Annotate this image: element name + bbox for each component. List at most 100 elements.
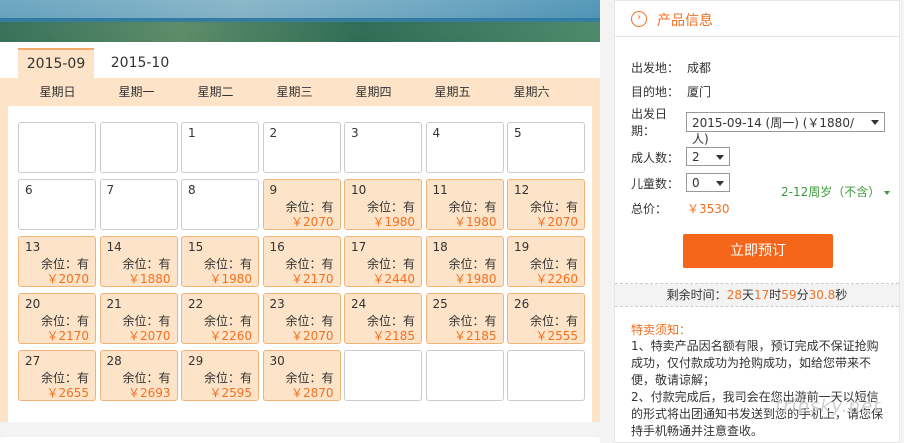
departure-date-label-line1: 出发日 — [631, 107, 668, 121]
weekday-label: 星期日 — [39, 85, 76, 99]
day-number: 16 — [269, 240, 285, 254]
day-number: 25 — [432, 297, 448, 311]
banner-sky — [0, 0, 600, 18]
price-currency: ￥ — [209, 386, 222, 400]
price-currency: ￥ — [290, 272, 303, 286]
day-number: 19 — [514, 240, 530, 254]
timer-minutes-unit: 分 — [796, 288, 809, 302]
price-currency: ￥ — [290, 386, 303, 400]
calendar-day-22[interactable]: 22 余位：有 ￥2260 — [181, 293, 259, 344]
day-price: ￥1880 — [128, 270, 171, 287]
price-currency: ￥ — [46, 272, 59, 286]
day-price: ￥2070 — [535, 213, 578, 230]
calendar-day-28[interactable]: 28 余位：有 ￥2693 — [99, 350, 178, 401]
calendar-day-12[interactable]: 12 余位：有 ￥2070 — [507, 179, 585, 230]
price-value: 2260 — [547, 272, 578, 286]
calendar-day-16[interactable]: 16 余位：有 ￥2170 — [262, 236, 341, 287]
chevron-down-icon — [716, 180, 724, 186]
day-price: ￥2260 — [535, 270, 578, 287]
total-price-value: ￥3530 — [687, 202, 730, 216]
day-number: 12 — [514, 183, 530, 197]
day-price: ￥2185 — [454, 327, 497, 344]
day-number: 27 — [25, 354, 41, 368]
calendar-day-18[interactable]: 18 余位：有 ￥1980 — [425, 236, 504, 287]
price-value: 2655 — [58, 386, 89, 400]
notice-item-2: 2、付款完成后，我司会在您出游前一天以短信的形式将出团通知书发送到您的手机上，请… — [631, 390, 884, 438]
price-currency: ￥ — [453, 329, 466, 343]
calendar-day-empty — [99, 122, 178, 173]
day-number: 6 — [25, 183, 33, 197]
calendar-day-29[interactable]: 29 余位：有 ￥2595 — [181, 350, 259, 401]
calendar-day-3: 3 — [344, 122, 422, 173]
day-price: ￥2870 — [291, 384, 334, 401]
price-currency: ￥ — [209, 329, 222, 343]
calendar-day-11[interactable]: 11 余位：有 ￥1980 — [425, 179, 504, 230]
departure-label: 出发地： — [631, 61, 680, 75]
day-price: ￥1980 — [372, 213, 415, 230]
departure-value: 成都 — [687, 61, 712, 75]
calendar-day-24[interactable]: 24 余位：有 ￥2185 — [344, 293, 422, 344]
calendar-day-17[interactable]: 17 余位：有 ￥2440 — [344, 236, 422, 287]
day-price: ￥2440 — [372, 270, 415, 287]
calendar-section: 2015-09 2015-10 星期日 星期一 星期二 星期三 星期四 星期五 … — [0, 0, 600, 443]
price-value: 1980 — [465, 215, 497, 229]
calendar-day-13[interactable]: 13 余位：有 ￥2070 — [18, 236, 96, 287]
calendar-day-19[interactable]: 19 余位：有 ￥2260 — [507, 236, 585, 287]
child-count-select[interactable]: 0 — [686, 173, 730, 192]
price-currency: ￥ — [290, 215, 303, 229]
book-now-button[interactable]: 立即预订 — [683, 234, 833, 268]
calendar-day-10[interactable]: 10 余位：有 ￥1980 — [344, 179, 422, 230]
calendar-day-20[interactable]: 20 余位：有 ￥2170 — [18, 293, 96, 344]
tab-month-2015-10[interactable]: 2015-10 — [102, 48, 178, 78]
departure-date-select[interactable]: 2015-09-14 (周一) (￥1880/人) — [686, 112, 885, 146]
chevron-down-icon — [716, 154, 724, 160]
departure-date-label-line2: 期： — [631, 124, 656, 138]
calendar-day-6: 6 — [18, 179, 96, 230]
price-value: 2070 — [547, 215, 578, 229]
day-number: 14 — [106, 240, 122, 254]
price-value: 2170 — [302, 272, 334, 286]
chevron-down-icon — [871, 120, 879, 125]
day-number: 5 — [514, 126, 522, 140]
day-number: 7 — [106, 183, 115, 197]
calendar-day-27[interactable]: 27 余位：有 ￥2655 — [18, 350, 96, 401]
price-value: 2070 — [58, 272, 89, 286]
price-currency: ￥ — [535, 329, 548, 343]
timer-minutes: 59 — [781, 288, 797, 302]
day-price: ￥1980 — [454, 270, 497, 287]
price-value: 1980 — [465, 272, 497, 286]
day-number: 23 — [269, 297, 285, 311]
calendar-day-26[interactable]: 26 余位：有 ￥2555 — [507, 293, 585, 344]
price-currency: ￥ — [127, 386, 140, 400]
countdown-timer: 剩余时间：28天17时59分30.8秒 — [615, 284, 899, 306]
day-price: ￥2170 — [291, 270, 334, 287]
calendar-day-9[interactable]: 9 余位：有 ￥2070 — [262, 179, 341, 230]
day-number: 15 — [188, 240, 204, 254]
day-number: 8 — [188, 183, 196, 197]
weekday-label: 星期二 — [197, 85, 234, 99]
calendar-day-15[interactable]: 15 余位：有 ￥1980 — [181, 236, 259, 287]
adult-count-select[interactable]: 2 — [686, 147, 730, 166]
calendar-day-14[interactable]: 14 余位：有 ￥1880 — [99, 236, 178, 287]
calendar-day-21[interactable]: 21 余位：有 ￥2070 — [99, 293, 178, 344]
calendar-day-30[interactable]: 30 余位：有 ￥2870 — [262, 350, 341, 401]
day-number: 29 — [188, 354, 204, 368]
tab-month-2015-09[interactable]: 2015-09 — [18, 48, 94, 78]
day-price: ￥2595 — [209, 384, 252, 401]
day-number: 2 — [269, 126, 278, 140]
price-currency: ￥ — [453, 215, 466, 229]
day-price: ￥2070 — [46, 270, 89, 287]
calendar-day-25[interactable]: 25 余位：有 ￥2185 — [425, 293, 504, 344]
total-price-label: 总价： — [631, 202, 668, 216]
calendar-day-23[interactable]: 23 余位：有 ￥2070 — [262, 293, 341, 344]
price-currency: ￥ — [209, 272, 222, 286]
calendar-day-empty — [344, 350, 422, 401]
panel-title: 产品信息 — [657, 13, 713, 29]
weekday-label: 星期六 — [513, 85, 550, 99]
panel-header: › 产品信息 — [615, 1, 899, 37]
calendar-day-8: 8 — [181, 179, 259, 230]
price-currency: ￥ — [127, 329, 140, 343]
price-value: 2185 — [384, 329, 415, 343]
child-age-note[interactable]: 2-12周岁（不含） — [781, 183, 891, 200]
destination-value: 厦门 — [687, 85, 712, 99]
